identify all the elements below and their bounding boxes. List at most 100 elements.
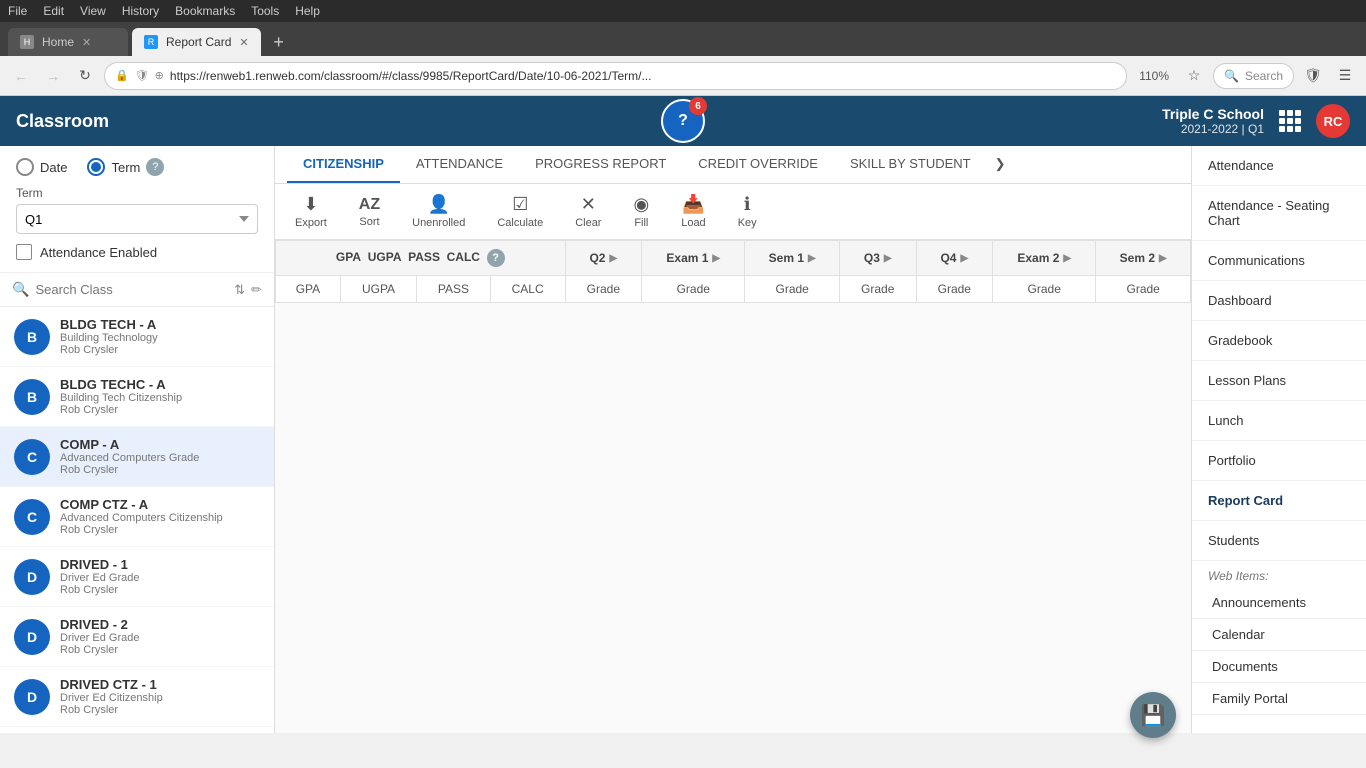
menu-icon[interactable]: ☰ (1332, 63, 1358, 89)
browser-tab-reportcard[interactable]: R Report Card ✕ (132, 28, 261, 56)
period-exam2-header[interactable]: Exam 2 ▶ (993, 241, 1096, 276)
nav-documents[interactable]: Documents (1192, 651, 1366, 683)
date-radio-circle (16, 158, 34, 176)
forward-button[interactable]: → (40, 63, 66, 89)
attendance-checkbox[interactable] (16, 244, 32, 260)
nav-attendance-seating[interactable]: Attendance - Seating Chart (1192, 186, 1366, 241)
col-pass-label: PASS (408, 250, 440, 264)
class-item-drivedctz1[interactable]: D DRIVED CTZ - 1 Driver Ed Citizenship R… (0, 667, 274, 727)
nav-portfolio[interactable]: Portfolio (1192, 441, 1366, 481)
class-item-bldgtechc[interactable]: B BLDG TECHC - A Building Tech Citizensh… (0, 367, 274, 427)
class-subject: Building Technology (60, 332, 260, 344)
class-avatar: D (14, 619, 50, 655)
search-placeholder: Search (1245, 69, 1283, 83)
menu-file[interactable]: File (8, 4, 27, 18)
info-icon: ⊕ (155, 69, 164, 82)
menu-edit[interactable]: Edit (43, 4, 64, 18)
reload-button[interactable]: ↻ (72, 63, 98, 89)
class-name: DRIVED - 2 (60, 617, 260, 632)
period-sem1-header[interactable]: Sem 1 ▶ (745, 241, 840, 276)
export-button[interactable]: ⬇ Export (287, 190, 335, 233)
tab-skill-by-student[interactable]: SKILL BY STUDENT (834, 146, 987, 183)
lock-icon: 🔒 (115, 69, 129, 82)
nav-report-card[interactable]: Report Card (1192, 481, 1366, 521)
sort-icon[interactable]: ⇅ (234, 282, 245, 298)
tab-credit-override[interactable]: CREDIT OVERRIDE (682, 146, 834, 183)
nav-family-portal[interactable]: Family Portal (1192, 683, 1366, 715)
nav-announcements[interactable]: Announcements (1192, 587, 1366, 619)
class-item-bldgtech[interactable]: B BLDG TECH - A Building Technology Rob … (0, 307, 274, 367)
shield-icon: 🛡 (135, 69, 149, 82)
nav-lesson-plans[interactable]: Lesson Plans (1192, 361, 1366, 401)
web-items-section: Web Items: (1192, 561, 1366, 587)
period-sem2-header[interactable]: Sem 2 ▶ (1096, 241, 1191, 276)
address-bar[interactable]: 🔒 🛡 ⊕ https://renweb1.renweb.com/classro… (104, 62, 1127, 90)
menu-help[interactable]: Help (295, 4, 320, 18)
menu-history[interactable]: History (122, 4, 159, 18)
notification-center: ? 6 (661, 99, 705, 143)
unenrolled-button[interactable]: 👤 Unenrolled (404, 190, 473, 233)
term-radio-item[interactable]: Term ? (87, 158, 164, 176)
app-grid-icon[interactable] (1276, 107, 1304, 135)
clear-label: Clear (575, 217, 601, 229)
browser-search-bar[interactable]: 🔍 Search (1213, 63, 1294, 89)
class-name: DRIVED - 1 (60, 557, 260, 572)
edit-icon[interactable]: ✏ (251, 282, 262, 298)
term-radio-circle (87, 158, 105, 176)
back-button[interactable]: ← (8, 63, 34, 89)
nav-dashboard[interactable]: Dashboard (1192, 281, 1366, 321)
class-search-input[interactable] (35, 282, 228, 297)
nav-students[interactable]: Students (1192, 521, 1366, 561)
class-item-drived2[interactable]: D DRIVED - 2 Driver Ed Grade Rob Crysler (0, 607, 274, 667)
calculate-label: Calculate (497, 217, 543, 229)
nav-calendar[interactable]: Calendar (1192, 619, 1366, 651)
period-exam1-header[interactable]: Exam 1 ▶ (642, 241, 745, 276)
clear-icon: ✕ (581, 194, 596, 215)
period-q2-header[interactable]: Q2 ▶ (565, 241, 642, 276)
toolbar-buttons-row: ⬇ Export AZ Sort 👤 Unenrolled ☑ Calculat… (275, 184, 1191, 239)
menu-tools[interactable]: Tools (251, 4, 279, 18)
menu-view[interactable]: View (80, 4, 106, 18)
reportcard-tab-close[interactable]: ✕ (239, 36, 248, 49)
clear-button[interactable]: ✕ Clear (567, 190, 609, 233)
class-teacher: Rob Crysler (60, 344, 260, 356)
tabs-arrow-right[interactable]: ❯ (987, 146, 1014, 183)
user-avatar[interactable]: RC (1316, 104, 1350, 138)
menu-bookmarks[interactable]: Bookmarks (175, 4, 235, 18)
nav-gradebook[interactable]: Gradebook (1192, 321, 1366, 361)
date-radio-item[interactable]: Date (16, 158, 67, 176)
period-q4-header[interactable]: Q4 ▶ (916, 241, 993, 276)
class-item-compctz[interactable]: C COMP CTZ - A Advanced Computers Citize… (0, 487, 274, 547)
app-header-right: Triple C School 2021-2022 | Q1 RC (1162, 104, 1350, 138)
key-icon: ℹ (744, 194, 751, 215)
class-info: DRIVED - 1 Driver Ed Grade Rob Crysler (60, 557, 260, 596)
nav-lunch[interactable]: Lunch (1192, 401, 1366, 441)
new-tab-button[interactable]: + (265, 28, 293, 56)
home-tab-close[interactable]: ✕ (82, 36, 91, 49)
notification-badge[interactable]: ? 6 (661, 99, 705, 143)
fill-button[interactable]: ◉ Fill (625, 190, 657, 233)
export-icon: ⬇ (303, 194, 318, 215)
nav-communications[interactable]: Communications (1192, 241, 1366, 281)
class-item-compa[interactable]: C COMP - A Advanced Computers Grade Rob … (0, 427, 274, 487)
tab-progress-report[interactable]: PROGRESS REPORT (519, 146, 682, 183)
class-item-drived1[interactable]: D DRIVED - 1 Driver Ed Grade Rob Crysler (0, 547, 274, 607)
class-teacher: Rob Crysler (60, 584, 260, 596)
period-exam1-label: Exam 1 (666, 251, 708, 265)
bookmark-star-icon[interactable]: ☆ (1181, 63, 1207, 89)
period-q3-header[interactable]: Q3 ▶ (839, 241, 916, 276)
col-help-icon[interactable]: ? (487, 249, 505, 267)
browser-tab-home[interactable]: H Home ✕ (8, 28, 128, 56)
nav-attendance[interactable]: Attendance (1192, 146, 1366, 186)
load-button[interactable]: 📥 Load (673, 190, 713, 233)
tab-attendance[interactable]: ATTENDANCE (400, 146, 519, 183)
term-help-icon[interactable]: ? (146, 158, 164, 176)
key-button[interactable]: ℹ Key (730, 190, 765, 233)
term-select[interactable]: Q1 Q2 Q3 Q4 (16, 204, 258, 234)
sort-button[interactable]: AZ Sort (351, 192, 388, 232)
calculate-button[interactable]: ☑ Calculate (489, 190, 551, 233)
shield-nav-icon[interactable]: 🛡 (1300, 63, 1326, 89)
save-fab-button[interactable]: 💾 (1130, 692, 1176, 738)
tab-citizenship[interactable]: CITIZENSHIP (287, 146, 400, 183)
sort-az-icon: AZ (359, 196, 380, 214)
